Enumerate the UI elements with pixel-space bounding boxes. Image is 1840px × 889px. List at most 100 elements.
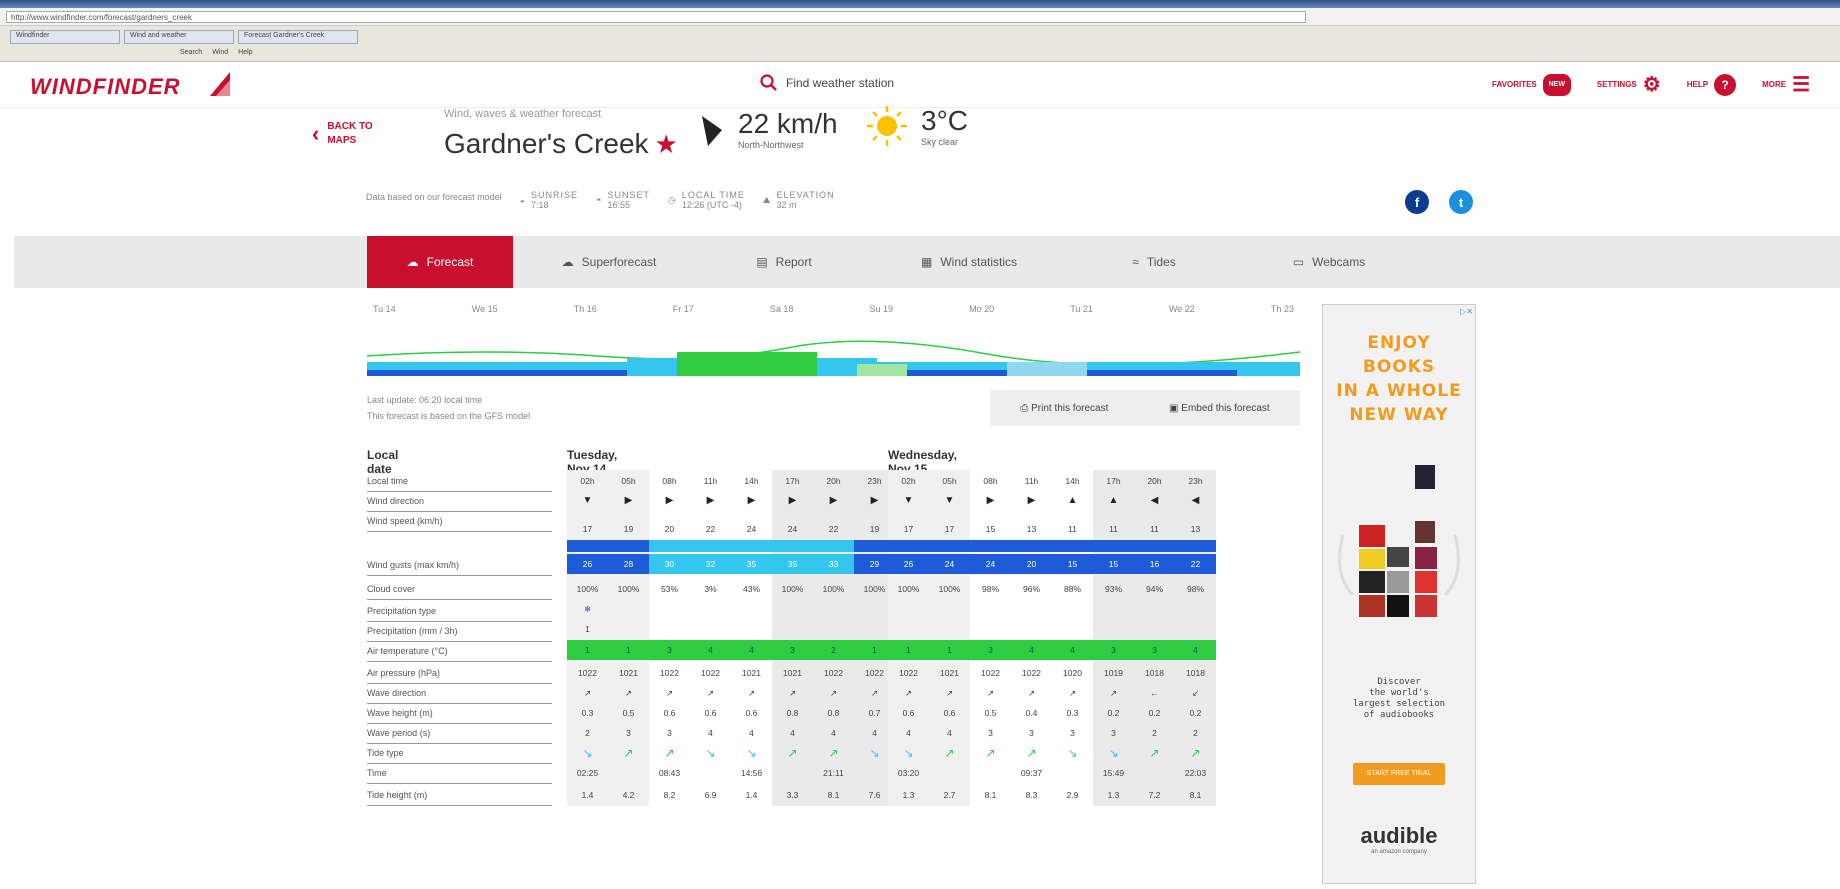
site-header: WINDFINDER Find weather station FAVORITE… xyxy=(0,62,1840,108)
help-icon: ? xyxy=(1714,73,1737,96)
cell-hours: 08h xyxy=(983,476,998,486)
cell-wind-speed: 19 xyxy=(623,524,634,534)
wind-speed-bar xyxy=(970,540,1011,552)
row-label: Wind speed (km/h) xyxy=(367,510,552,532)
browser-tab[interactable]: Forecast Gardner's Creek xyxy=(238,30,358,44)
cell-temp: 3 xyxy=(649,640,690,660)
cell-tide-type: ↗ xyxy=(664,746,675,760)
spot-title: Gardner's Creek ★ xyxy=(444,128,678,160)
local-time-value: 12:26 (UTC -4) xyxy=(681,200,742,210)
cell-wind-speed: 17 xyxy=(582,524,593,534)
cell-tide-height: 1.4 xyxy=(581,790,594,800)
favorite-star-icon[interactable]: ★ xyxy=(655,129,678,159)
cell-hours: 02h xyxy=(580,476,595,486)
cell-gusts: 22 xyxy=(1175,554,1216,574)
cell-wave-period: 3 xyxy=(626,728,631,738)
cell-wind-dir: ◀ xyxy=(1150,495,1159,506)
overview-day-label: Th 16 xyxy=(573,304,597,314)
cell-wind-dir: ▶ xyxy=(1027,495,1036,506)
address-bar[interactable]: http://www.windfinder.com/forecast/gardn… xyxy=(6,10,1306,23)
cell-cloud: 100% xyxy=(617,584,640,594)
ad-headline-line: BOOKS xyxy=(1362,357,1436,377)
cell-wave-height: 0.3 xyxy=(581,708,594,718)
cell-wave-period: 4 xyxy=(906,728,911,738)
tab-tides[interactable]: ≈ Tides xyxy=(1074,236,1234,288)
twitter-icon[interactable]: t xyxy=(1449,190,1473,214)
cell-hours: 11h xyxy=(1024,476,1039,486)
wind-speed-bar xyxy=(1175,540,1216,552)
browser-toolbar-item[interactable]: Help xyxy=(238,49,252,56)
nav-favorites[interactable]: FAVORITES NEW xyxy=(1492,73,1571,96)
browser-tab[interactable]: Wind and weather xyxy=(124,30,234,44)
tide-wave-icon: ≈ xyxy=(1132,255,1139,269)
search-station[interactable]: Find weather station xyxy=(760,74,894,92)
row-label: Cloud cover xyxy=(367,578,552,600)
tab-wind-statistics[interactable]: ▦ Wind statistics xyxy=(874,236,1064,288)
cell-wind-dir: ▶ xyxy=(665,495,674,506)
cell-tide-type: ↘ xyxy=(582,746,593,760)
statistics-icon: ▦ xyxy=(920,255,933,269)
cell-cloud: 88% xyxy=(1063,584,1081,594)
cell-wave-height: 0.8 xyxy=(786,708,799,718)
print-label: Print this forecast xyxy=(1031,402,1109,414)
row-label: Wave period (s) xyxy=(367,722,552,744)
cell-gusts: 24 xyxy=(970,554,1011,574)
tab-webcams[interactable]: ▭ Webcams xyxy=(1244,236,1414,288)
cell-tide-type: ↗ xyxy=(1026,746,1037,760)
print-icon: ⎙ xyxy=(1020,402,1029,414)
overview-day-label: We 15 xyxy=(471,304,498,314)
ad-headline: ENJOY BOOKS IN A WHOLE NEW WAY xyxy=(1323,331,1475,427)
cell-temp: 4 xyxy=(731,640,772,660)
nav-favorites-label: FAVORITES xyxy=(1492,80,1537,89)
cell-tide-height: 2.7 xyxy=(943,790,956,800)
windfinder-logo[interactable]: WINDFINDER xyxy=(30,74,181,100)
cell-gusts: 35 xyxy=(772,554,813,574)
ad-close-icon[interactable]: ▷✕ xyxy=(1460,307,1473,316)
meta-local-time: ◷ LOCAL TIME 12:26 (UTC -4) xyxy=(668,190,745,210)
facebook-icon[interactable]: f xyxy=(1405,190,1429,214)
overview-day-label: Tu 21 xyxy=(1070,304,1093,314)
cell-wind-speed: 13 xyxy=(1026,524,1037,534)
sunset-icon: ◓ xyxy=(596,195,602,205)
back-to-maps[interactable]: ‹ BACK TO MAPS xyxy=(312,120,373,148)
print-forecast-button[interactable]: ⎙ Print this forecast xyxy=(1020,403,1108,414)
cell-pressure: 1021 xyxy=(619,668,638,678)
tab-forecast[interactable]: ☁ Forecast xyxy=(367,236,513,288)
tab-webcams-label: Webcams xyxy=(1312,255,1366,269)
cell-wind-dir: ▶ xyxy=(829,495,838,506)
cell-wave-dir: ↗ xyxy=(583,688,592,698)
overview-chart[interactable]: Tu 14 We 15 Th 16 Fr 17 Sa 18 Su 19 Mo 20 Tu 21… xyxy=(367,304,1300,376)
cell-tide-type: ↘ xyxy=(1067,746,1078,760)
wind-speed-bar xyxy=(813,540,854,552)
cell-temp: 3 xyxy=(1134,640,1175,660)
embed-forecast-button[interactable]: ▣ Embed this forecast xyxy=(1169,403,1270,414)
nav-help[interactable]: HELP ? xyxy=(1687,73,1737,96)
search-label: Find weather station xyxy=(786,76,895,90)
ad-description: Discover the world's largest selection o… xyxy=(1323,677,1475,721)
browser-toolbar-item[interactable]: Wind xyxy=(212,49,228,56)
cell-tide-time: 02:25 xyxy=(576,768,599,778)
sunrise-icon: ◒ xyxy=(519,195,526,205)
tab-report[interactable]: ▤ Report xyxy=(704,236,864,288)
nav-more[interactable]: MORE ☰ xyxy=(1762,72,1810,97)
browser-tab[interactable]: Windfinder xyxy=(10,30,120,44)
cell-temp: 1 xyxy=(608,640,649,660)
spot-name: Gardner's Creek xyxy=(444,128,649,159)
tab-superforecast-label: Superforecast xyxy=(581,255,657,269)
audible-ad[interactable]: ▷✕ ENJOY BOOKS IN A WHOLE NEW WAY Discov… xyxy=(1322,304,1476,884)
tab-superforecast[interactable]: ☁ Superforecast xyxy=(529,236,689,288)
row-label: Wave height (m) xyxy=(367,702,552,724)
ad-cta-button[interactable]: START FREE TRIAL xyxy=(1353,763,1445,785)
cell-wind-speed: 22 xyxy=(705,524,716,534)
cell-wind-dir: ▶ xyxy=(788,495,797,506)
cell-wind-dir: ▼ xyxy=(944,495,955,506)
wind-speed-bar xyxy=(690,540,731,552)
cell-wind-dir: ▶ xyxy=(624,495,633,506)
wind-speed-bar xyxy=(1052,540,1093,552)
wind-direction-text: North-Northwest xyxy=(738,140,804,150)
cell-wave-period: 4 xyxy=(790,728,795,738)
sail-logo-icon xyxy=(210,72,230,96)
browser-toolbar-item[interactable]: Search xyxy=(180,49,202,56)
mountain-icon: ⛰ xyxy=(762,194,771,205)
nav-settings[interactable]: SETTINGS ⚙ xyxy=(1597,72,1661,97)
